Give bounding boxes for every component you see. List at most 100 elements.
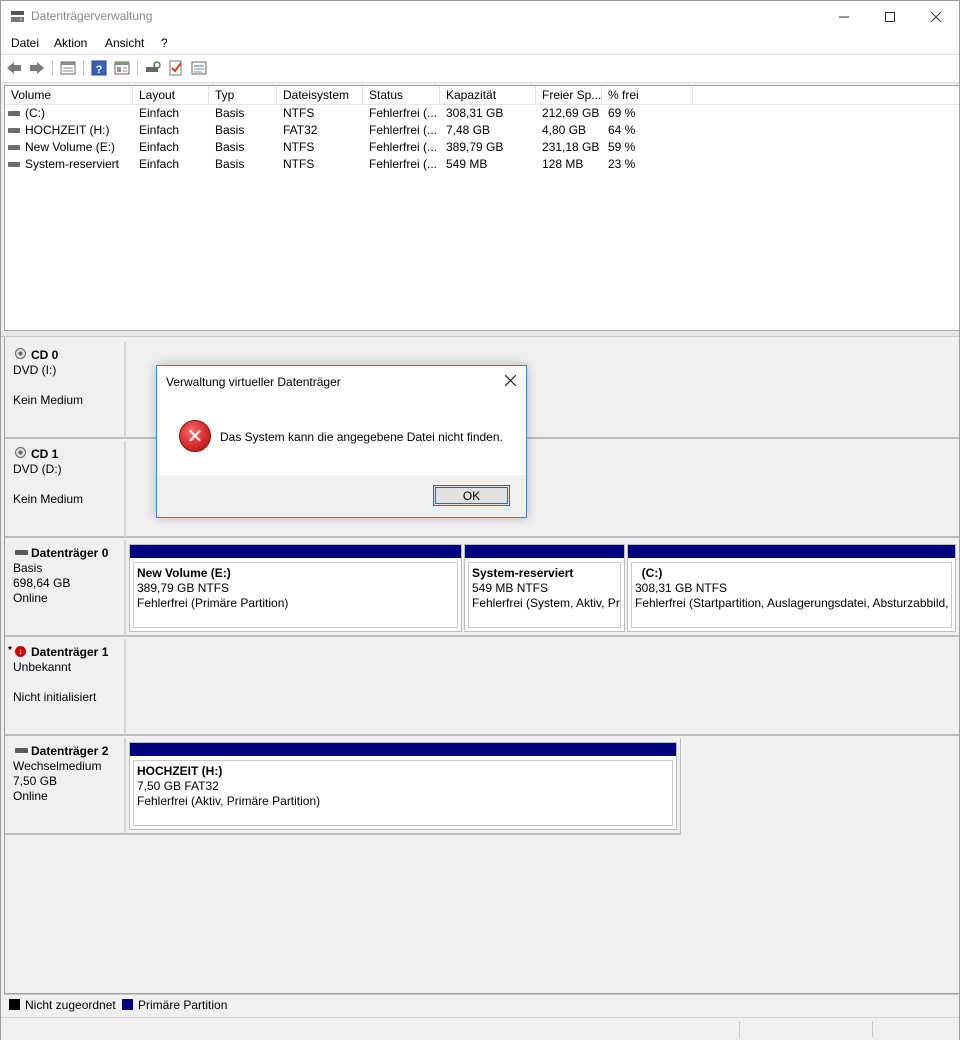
partition-new-volume[interactable]: New Volume (E:) 389,79 GB NTFS Fehlerfre…	[129, 544, 462, 632]
cd-drive-icon	[15, 348, 26, 359]
partition-size: 549 MB NTFS	[472, 581, 549, 595]
status-divider	[739, 1021, 740, 1037]
disk-label[interactable]: CD 0 DVD (I:) Kein Medium	[5, 342, 126, 439]
partition-status: Fehlerfrei (Primäre Partition)	[137, 596, 289, 610]
properties-icon[interactable]	[113, 59, 131, 77]
volume-capacity: 7,48 GB	[446, 123, 491, 137]
partition-c-drive[interactable]: (C:) 308,31 GB NTFS Fehlerfrei (Startpar…	[627, 544, 956, 632]
menu-help[interactable]: ?	[161, 36, 168, 50]
volume-percent-free: 69 %	[608, 106, 636, 120]
disk-size: 698,64 GB	[13, 576, 71, 590]
partition-type-bar	[465, 545, 624, 558]
disk-label[interactable]: CD 1 DVD (D:) Kein Medium	[5, 441, 126, 538]
volume-type: Basis	[215, 106, 245, 120]
legend-label-primary: Primäre Partition	[138, 998, 228, 1012]
disk-state: Kein Medium	[13, 492, 84, 506]
volume-free-space: 128 MB	[542, 157, 584, 171]
volume-row[interactable]: New Volume (E:) Einfach Basis NTFS Fehle…	[5, 139, 959, 156]
volume-type: Basis	[215, 140, 245, 154]
volume-list-header: Volume Layout Typ Dateisystem Status Kap…	[5, 86, 959, 105]
partition-type-bar	[130, 545, 461, 558]
dialog-close-button[interactable]	[504, 371, 517, 391]
partition-name: New Volume (E:)	[137, 566, 231, 580]
dialog-footer: OK	[157, 475, 526, 517]
column-header-dateisystem[interactable]: Dateisystem	[277, 86, 363, 104]
menu-aktion[interactable]: Aktion	[54, 36, 87, 50]
disk-label[interactable]: Datenträger 0 Basis 698,64 GB Online	[5, 540, 126, 637]
volume-list[interactable]: Volume Layout Typ Dateisystem Status Kap…	[4, 85, 960, 331]
volume-status: Fehlerfrei (...	[369, 106, 438, 120]
close-icon	[931, 11, 941, 22]
volume-layout: Einfach	[139, 106, 180, 120]
legend: Nicht zugeordnet Primäre Partition	[4, 994, 958, 1015]
disk-size	[13, 675, 124, 690]
disk-name: Datenträger 1	[31, 645, 109, 659]
disk-name: Datenträger 2	[31, 744, 109, 758]
disk-size: 7,50 GB	[13, 774, 58, 788]
column-header-freier-speicher[interactable]: Freier Sp...	[536, 86, 602, 104]
back-icon[interactable]	[5, 59, 23, 77]
partition-name: HOCHZEIT (H:)	[137, 764, 223, 778]
menu-bar: Datei Aktion Ansicht ?	[1, 32, 959, 54]
menu-ansicht[interactable]: Ansicht	[105, 36, 144, 50]
volume-free-space: 231,18 GB	[542, 140, 600, 154]
volume-status: Fehlerfrei (...	[369, 140, 438, 154]
volume-row[interactable]: HOCHZEIT (H:) Einfach Basis FAT32 Fehler…	[5, 122, 959, 139]
menu-datei[interactable]: Datei	[11, 36, 39, 50]
close-button[interactable]	[913, 1, 959, 32]
legend-swatch-unallocated	[9, 999, 20, 1010]
disk-row-disk1[interactable]: * ↓ Datenträger 1 Unbekannt Nicht initiali…	[5, 639, 959, 736]
volume-filesystem: FAT32	[283, 123, 318, 137]
minimize-button[interactable]	[821, 1, 867, 32]
volume-name: HOCHZEIT (H:)	[25, 123, 110, 137]
volume-filesystem: NTFS	[283, 106, 315, 120]
disk-empty-area[interactable]	[126, 639, 959, 736]
disk-row-disk0[interactable]: Datenträger 0 Basis 698,64 GB Online New…	[5, 540, 959, 637]
removable-disk-icon	[15, 748, 28, 753]
partition-hochzeit[interactable]: HOCHZEIT (H:) 7,50 GB FAT32 Fehlerfrei (…	[129, 742, 677, 830]
minimize-icon	[839, 16, 849, 17]
disk-label[interactable]: * ↓ Datenträger 1 Unbekannt Nicht initiali…	[5, 639, 126, 736]
column-header-status[interactable]: Status	[363, 86, 440, 104]
toolbar-separator	[83, 60, 84, 76]
close-icon	[504, 374, 517, 387]
column-header-layout[interactable]: Layout	[133, 86, 209, 104]
window-title: Datenträgerverwaltung	[31, 9, 153, 23]
column-header-prozent-frei[interactable]: % frei	[602, 86, 693, 104]
disk-management-app-icon	[11, 11, 24, 22]
volume-filesystem: NTFS	[283, 140, 315, 154]
forward-icon[interactable]	[28, 59, 46, 77]
legend-label-unallocated: Nicht zugeordnet	[25, 998, 116, 1012]
volume-layout: Einfach	[139, 123, 180, 137]
rescan-icon[interactable]	[144, 59, 162, 77]
volume-capacity: 389,79 GB	[446, 140, 504, 154]
disk-type: Wechselmedium	[13, 759, 102, 773]
settings-icon[interactable]	[190, 59, 208, 77]
drive-icon	[8, 162, 20, 167]
hard-disk-icon	[15, 550, 28, 555]
disk-name: CD 1	[31, 447, 59, 461]
volume-percent-free: 23 %	[608, 157, 636, 171]
column-header-volume[interactable]: Volume	[5, 86, 133, 104]
list-view-icon[interactable]	[59, 59, 77, 77]
volume-status: Fehlerfrei (...	[369, 123, 438, 137]
maximize-icon	[885, 11, 895, 22]
volume-row[interactable]: System-reserviert Einfach Basis NTFS Feh…	[5, 156, 959, 173]
disk-type: DVD (I:)	[13, 363, 57, 377]
partition-system-reserved[interactable]: System-reserviert 549 MB NTFS Fehlerfrei…	[464, 544, 625, 632]
maximize-button[interactable]	[867, 1, 913, 32]
volume-type: Basis	[215, 123, 245, 137]
disk-label[interactable]: Datenträger 2 Wechselmedium 7,50 GB Onli…	[5, 738, 126, 835]
volume-percent-free: 59 %	[608, 140, 636, 154]
volume-row[interactable]: (C:) Einfach Basis NTFS Fehlerfrei (... …	[5, 105, 959, 122]
disk-partitions-area: HOCHZEIT (H:) 7,50 GB FAT32 Fehlerfrei (…	[126, 738, 681, 835]
help-icon[interactable]: ?	[90, 59, 108, 77]
toolbar-separator	[137, 60, 138, 76]
volume-free-space: 212,69 GB	[542, 106, 600, 120]
column-header-typ[interactable]: Typ	[209, 86, 277, 104]
ok-button[interactable]: OK	[433, 485, 510, 506]
check-icon[interactable]	[167, 59, 185, 77]
volume-layout: Einfach	[139, 140, 180, 154]
disk-row-disk2[interactable]: Datenträger 2 Wechselmedium 7,50 GB Onli…	[5, 738, 959, 835]
column-header-kapazitaet[interactable]: Kapazität	[440, 86, 536, 104]
